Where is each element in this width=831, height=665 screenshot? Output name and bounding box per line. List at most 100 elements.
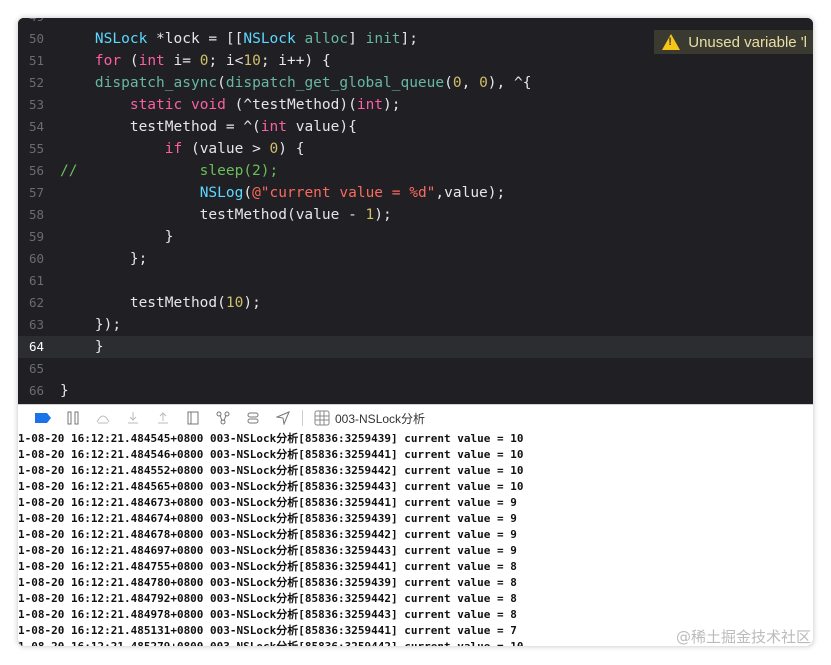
- code-token: @"current value = %d": [252, 185, 436, 201]
- line-number: 54: [28, 119, 44, 134]
- code-token: 0: [269, 141, 279, 157]
- step-out-icon[interactable]: [152, 407, 174, 429]
- code-text: });: [60, 314, 121, 336]
- code-text: NSLog(@"current value = %d",value);: [60, 182, 506, 204]
- code-line[interactable]: 55 if (value > 0) {: [18, 138, 813, 160]
- code-line[interactable]: 54 testMethod = ^(int value){: [18, 116, 813, 138]
- location-icon[interactable]: [272, 407, 294, 429]
- code-token: NSLog: [199, 185, 244, 201]
- code-editor[interactable]: 49 50 NSLock *lock = [[NSLock alloc] init…: [18, 18, 813, 404]
- console-line: 1-08-20 16:12:21.484678+0800 003-NSLock分…: [18, 528, 517, 541]
- code-line[interactable]: 52 dispatch_async(dispatch_get_global_qu…: [18, 72, 813, 94]
- code-text: // sleep(2);: [60, 160, 278, 182]
- code-line[interactable]: 64 }: [18, 336, 813, 358]
- code-token: 10: [225, 295, 244, 311]
- code-token: for: [94, 53, 122, 69]
- environment-overrides-icon[interactable]: [242, 407, 264, 429]
- code-text: testMethod(value - 1);: [60, 204, 392, 226]
- code-token: int: [138, 53, 165, 69]
- code-text: NSLock *lock = [[NSLock alloc] init];: [60, 28, 418, 50]
- code-token: ];: [400, 31, 418, 47]
- code-token: value){: [287, 119, 357, 135]
- console-line: 1-08-20 16:12:21.484552+0800 003-NSLock分…: [18, 464, 524, 477]
- debug-toolbar: 003-NSLock分析: [18, 404, 813, 432]
- code-text: testMethod = ^(int value){: [60, 116, 357, 138]
- code-line[interactable]: 59 }: [18, 226, 813, 248]
- code-line[interactable]: 60 };: [18, 248, 813, 270]
- warning-annotation[interactable]: ! Unused variable 'l: [654, 30, 813, 54]
- line-number: 56: [28, 163, 44, 178]
- line-number: 55: [28, 141, 44, 156]
- warning-text: Unused variable 'l: [688, 33, 807, 51]
- code-token: static: [129, 97, 183, 113]
- code-token: ,value);: [435, 185, 506, 201]
- code-line[interactable]: 53 static void (^testMethod)(int);: [18, 94, 813, 116]
- code-text: for (int i= 0; i<10; i++) {: [60, 50, 331, 72]
- code-token: NSLock: [243, 31, 296, 47]
- line-number: 62: [28, 295, 44, 310]
- memory-graph-icon[interactable]: [212, 407, 234, 429]
- code-text: }: [60, 380, 69, 402]
- line-number: 58: [28, 207, 44, 222]
- code-line[interactable]: 56 // sleep(2);: [18, 160, 813, 182]
- code-token: (: [217, 75, 226, 91]
- code-text: }: [60, 226, 174, 248]
- xcode-window: 49 50 NSLock *lock = [[NSLock alloc] init…: [18, 18, 813, 646]
- code-text: dispatch_async(dispatch_get_global_queue…: [60, 72, 532, 94]
- code-text: };: [60, 248, 147, 270]
- code-line[interactable]: 62 testMethod(10);: [18, 292, 813, 314]
- line-number: 63: [28, 317, 44, 332]
- debug-target-label[interactable]: 003-NSLock分析: [335, 410, 425, 427]
- app-target-icon: [311, 407, 333, 429]
- code-token: void: [190, 97, 226, 113]
- code-text: }: [60, 336, 104, 358]
- step-into-icon[interactable]: [122, 407, 144, 429]
- code-token: );: [383, 97, 401, 113]
- code-token: int: [356, 97, 384, 113]
- console-line: 1-08-20 16:12:21.484755+0800 003-NSLock分…: [18, 560, 517, 573]
- code-token: alloc: [304, 31, 349, 47]
- code-line[interactable]: 49: [18, 18, 813, 28]
- code-token: int: [260, 119, 287, 135]
- line-number: 53: [28, 97, 44, 112]
- code-token: 1: [365, 207, 375, 223]
- code-token: NSLock: [94, 31, 148, 47]
- step-over-icon[interactable]: [92, 407, 114, 429]
- watermark: @稀土掘金技术社区: [675, 628, 811, 646]
- console-line: 1-08-20 16:12:21.484546+0800 003-NSLock分…: [18, 448, 524, 461]
- code-token: (: [121, 53, 139, 69]
- view-hierarchy-icon[interactable]: [182, 407, 204, 429]
- code-line[interactable]: 66}: [18, 380, 813, 402]
- code-token: ; i<: [208, 53, 244, 69]
- code-line[interactable]: 58 testMethod(value - 1);: [18, 204, 813, 226]
- console-line: 1-08-20 16:12:21.484565+0800 003-NSLock分…: [18, 480, 524, 493]
- code-token: testMethod = ^(: [60, 119, 261, 135]
- code-line[interactable]: 61: [18, 270, 813, 292]
- line-number: 52: [28, 75, 44, 90]
- line-number: 50: [28, 31, 44, 46]
- console-line: 1-08-20 16:12:21.484545+0800 003-NSLock分…: [18, 432, 524, 445]
- code-token: );: [243, 295, 261, 311]
- line-number: 65: [28, 361, 44, 376]
- code-line[interactable]: 63 });: [18, 314, 813, 336]
- code-token: ), ^{: [487, 75, 532, 91]
- code-token: (: [444, 75, 453, 91]
- breakpoints-toggle-icon[interactable]: [32, 407, 54, 429]
- code-token: dispatch_async: [94, 75, 218, 91]
- line-number: 57: [28, 185, 44, 200]
- code-line[interactable]: 57 NSLog(@"current value = %d",value);: [18, 182, 813, 204]
- toolbar-divider: [302, 410, 303, 426]
- code-token: ; i++) {: [260, 53, 331, 69]
- code-token: init: [365, 31, 401, 47]
- code-line[interactable]: 65: [18, 358, 813, 380]
- code-token: (: [243, 185, 253, 201]
- line-number: 66: [28, 383, 44, 398]
- pause-icon[interactable]: [62, 407, 84, 429]
- line-number: 60: [28, 251, 44, 266]
- console-output[interactable]: 1-08-20 16:12:21.484545+0800 003-NSLock分…: [18, 431, 813, 646]
